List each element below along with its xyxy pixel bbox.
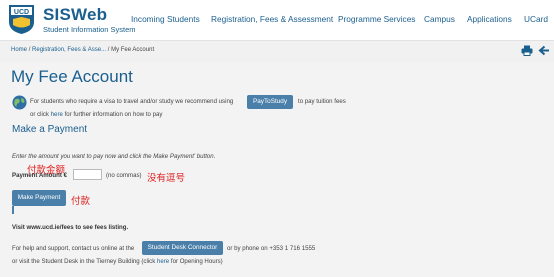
breadcrumb-separator: / — [107, 47, 110, 53]
student-desk-text-after: for Opening Hours) — [170, 258, 223, 265]
make-payment-heading: Make a Payment — [12, 124, 88, 135]
visa-text-after: to pay tuition fees — [298, 98, 346, 105]
ucd-crest-icon[interactable]: UCD — [8, 4, 35, 35]
pay-annotation: 付款 — [71, 196, 91, 207]
nav-registration-fees-assessment[interactable]: Registration, Fees & Assessment — [211, 14, 333, 24]
brand-subtitle: Student Information System — [43, 25, 136, 34]
visa-text: For students who require a visa to trave… — [30, 98, 233, 105]
nav-ucard[interactable]: UCard — [524, 14, 548, 24]
globe-icon — [12, 95, 27, 110]
nav-campus[interactable]: Campus — [424, 14, 455, 24]
back-arrow-icon[interactable] — [538, 45, 550, 56]
payment-instruction: Enter the amount you want to pay now and… — [12, 153, 216, 160]
print-icon[interactable] — [521, 45, 533, 56]
breadcrumb-current: My Fee Account — [111, 47, 155, 53]
no-commas-hint: (no commas) — [106, 172, 142, 179]
visa-text-before: For students who require a visa to trave… — [30, 98, 234, 105]
site-header: UCD SISWeb Student Information System In… — [0, 0, 554, 40]
student-desk-connector-button[interactable]: Student Desk Connector — [142, 241, 223, 255]
opening-hours-link[interactable]: here — [157, 258, 169, 265]
here-link[interactable]: here — [51, 111, 63, 118]
breadcrumb-section[interactable]: Registration, Fees & Asse... — [32, 47, 106, 53]
click-suffix: for further information on how to pay — [64, 111, 163, 118]
student-desk-line: or visit the Student Desk in the Tierney… — [12, 258, 223, 265]
nav-programme-services[interactable]: Programme Services — [338, 14, 415, 24]
click-prefix: or click — [30, 111, 49, 118]
nav-incoming-students[interactable]: Incoming Students — [131, 14, 200, 24]
breadcrumb-separator: / — [28, 47, 31, 53]
help-text-after: or by phone on +353 1 716 1555 — [227, 245, 316, 252]
focus-indicator — [12, 206, 14, 214]
breadcrumb: Home / Registration, Fees & Asse... / My… — [11, 47, 154, 53]
fees-listing-text: Visit www.ucd.ie/fees to see fees listin… — [12, 224, 129, 231]
payment-amount-label: Payment Amount € — [12, 172, 67, 179]
brand-title[interactable]: SISWeb — [43, 5, 107, 25]
page-title: My Fee Account — [11, 67, 133, 86]
further-info-line: or click here for further information on… — [30, 111, 162, 118]
breadcrumb-home[interactable]: Home — [11, 47, 27, 53]
crest-text: UCD — [14, 9, 29, 16]
make-payment-button[interactable]: Make Payment — [12, 190, 66, 206]
payment-amount-input[interactable] — [73, 169, 102, 180]
paytostudy-button[interactable]: PayToStudy — [247, 95, 293, 109]
student-desk-text: or visit the Student Desk in the Tierney… — [12, 258, 156, 265]
help-text-before: For help and support, contact us online … — [12, 245, 135, 252]
no-commas-annotation: 没有逗号 — [147, 173, 186, 184]
nav-applications[interactable]: Applications — [467, 14, 512, 24]
